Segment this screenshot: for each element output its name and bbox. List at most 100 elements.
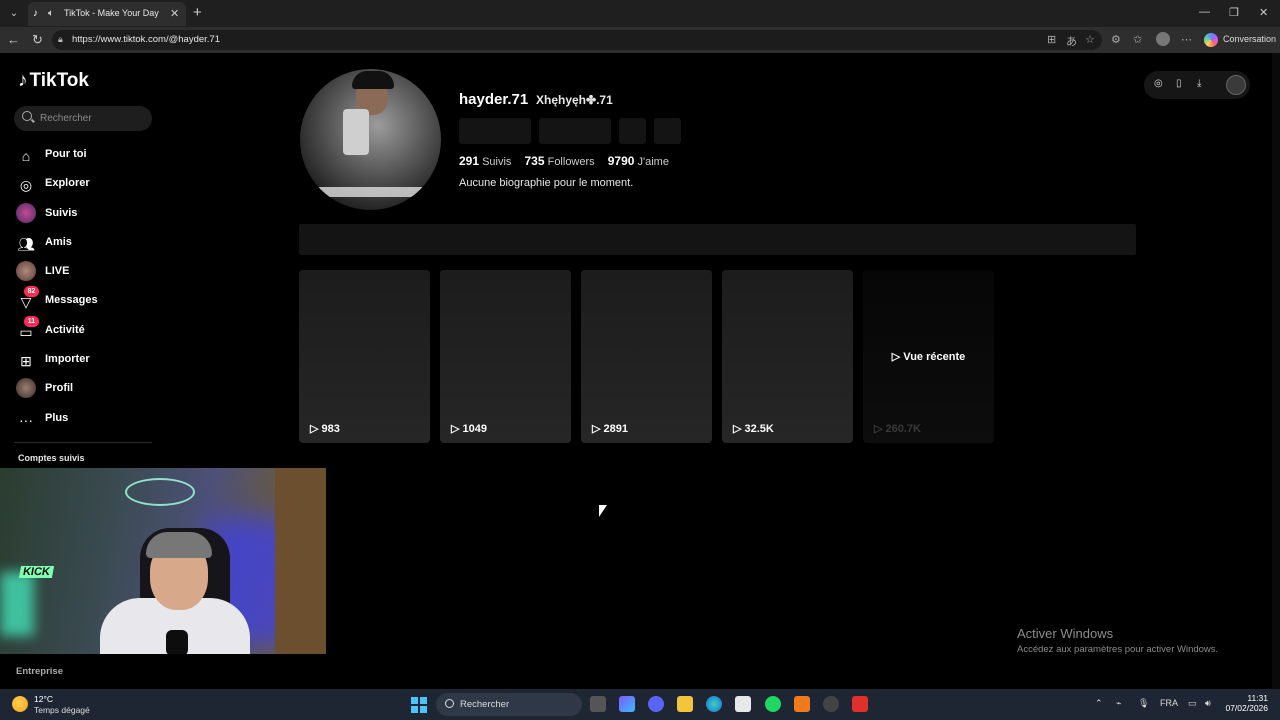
language-indicator[interactable]: FRA xyxy=(1160,698,1178,708)
weather-description[interactable]: Temps dégagé xyxy=(34,705,90,715)
browser-tab-bar: ⌄ ♪ 🔈︎ TikTok - Make Your Day ✕ + — ❐ ✕ xyxy=(0,0,1280,27)
extensions-icon[interactable]: ⚙ xyxy=(1111,33,1121,46)
download-icon[interactable]: ⤓ xyxy=(1197,78,1201,89)
more-options-icon[interactable]: ⋯ xyxy=(1181,33,1192,46)
tab-actions-chevron-icon[interactable]: ⌄ xyxy=(6,6,22,22)
sidebar-item-activite[interactable]: ▭ 11 Activité xyxy=(16,315,156,345)
close-tab-icon[interactable]: ✕ xyxy=(170,7,179,20)
taskbar-search[interactable]: Rechercher xyxy=(436,693,582,716)
volume-icon[interactable]: 🔊︎ xyxy=(1205,698,1211,709)
app-a-icon[interactable] xyxy=(794,696,810,712)
video-card-recent[interactable]: ▷ Vue récente ▷ 260.7K xyxy=(863,270,994,443)
page-scrollbar[interactable] xyxy=(1272,53,1280,689)
video-card[interactable]: ▷ 1049 xyxy=(440,270,571,443)
sidebar-item-label: Profil xyxy=(45,382,74,395)
microphone-icon[interactable]: 🎙︎ xyxy=(1138,698,1149,709)
video-views-count: 32.5K xyxy=(744,423,774,435)
sidebar-item-messages[interactable]: ▽ 82 Messages xyxy=(16,286,156,315)
copilot-conversation-button[interactable]: Conversation xyxy=(1200,30,1276,50)
video-card[interactable]: ▷ 32.5K xyxy=(722,270,853,443)
browser-tab[interactable]: ♪ 🔈︎ TikTok - Make Your Day ✕ xyxy=(28,2,186,26)
followers-stat[interactable]: 735 Followers xyxy=(525,154,595,168)
network-icon[interactable]: ▭ xyxy=(1188,698,1197,709)
sidebar-item-label: Activité xyxy=(45,323,85,336)
task-view-icon[interactable] xyxy=(590,696,606,712)
favorites-icon[interactable]: ✩ xyxy=(1133,33,1142,46)
sidebar-item-label: Amis xyxy=(45,235,72,248)
video-views-count: 983 xyxy=(321,423,340,435)
minimize-icon[interactable]: — xyxy=(1199,6,1210,18)
profile-avatar-icon[interactable] xyxy=(1156,32,1170,46)
translate-icon[interactable]: あ xyxy=(1066,33,1077,49)
sidebar-divider xyxy=(14,442,152,443)
share-button-placeholder[interactable] xyxy=(619,118,646,144)
favorite-star-icon[interactable]: ☆ xyxy=(1085,33,1095,46)
follow-button-placeholder[interactable] xyxy=(459,118,531,144)
sidebar-item-label: Explorer xyxy=(45,177,90,190)
speaker-icon[interactable]: 🔈︎ xyxy=(48,8,60,20)
store-icon[interactable] xyxy=(735,696,751,712)
tiktok-logo[interactable]: ♪ TikTok xyxy=(18,70,89,92)
more-button-placeholder[interactable] xyxy=(654,118,681,144)
following-accounts-heading: Comptes suivis xyxy=(18,453,85,463)
tiktok-favicon-icon: ♪ xyxy=(33,8,38,19)
windows-taskbar: 12°C Temps dégagé Rechercher ⌃ ⌁ 🎙︎ FRA … xyxy=(0,689,1280,720)
coin-icon[interactable]: ◎ xyxy=(1154,78,1163,89)
show-hidden-icons-icon[interactable]: ⌃ xyxy=(1095,698,1103,709)
app-settings-icon[interactable] xyxy=(823,696,839,712)
back-icon[interactable]: ← xyxy=(7,32,20,47)
company-link[interactable]: Entreprise xyxy=(16,666,63,677)
profile-avatar xyxy=(16,378,36,399)
likes-stat: 9790 J'aime xyxy=(608,154,669,168)
sidebar-item-profil[interactable]: Profil xyxy=(16,374,156,403)
discord-icon[interactable] xyxy=(648,696,664,712)
refresh-icon[interactable]: ↻ xyxy=(32,32,43,48)
wifi-icon[interactable]: ⌁ xyxy=(1116,698,1121,709)
phone-app-icon[interactable]: ▯ xyxy=(1176,78,1182,89)
following-count: 291 xyxy=(459,154,480,168)
url-field[interactable]: 🔒︎ https://www.tiktok.com/@hayder.71 xyxy=(52,30,1102,50)
windows-start-icon[interactable] xyxy=(411,697,427,713)
weather-sun-icon[interactable] xyxy=(12,696,28,712)
profile-tabs-placeholder[interactable] xyxy=(299,224,1136,255)
sidebar-item-label: LIVE xyxy=(45,265,70,278)
copilot-app-icon[interactable] xyxy=(619,696,635,712)
close-window-icon[interactable]: ✕ xyxy=(1259,6,1268,19)
search-input[interactable]: Rechercher xyxy=(14,106,152,131)
app-available-icon[interactable]: ⊞ xyxy=(1047,33,1056,46)
webcam-door xyxy=(275,468,326,654)
search-placeholder: Rechercher xyxy=(40,113,92,124)
logo-text: TikTok xyxy=(29,70,89,91)
activity-badge: 11 xyxy=(24,315,39,327)
weather-temperature[interactable]: 12°C xyxy=(34,694,53,704)
maximize-icon[interactable]: ❐ xyxy=(1229,6,1239,19)
user-avatar-icon[interactable] xyxy=(1226,75,1246,95)
message-button-placeholder[interactable] xyxy=(539,118,611,144)
avatar-phone xyxy=(343,109,369,155)
spotify-icon[interactable] xyxy=(765,696,781,712)
sidebar-item-label: Plus xyxy=(45,411,69,424)
app-red-icon[interactable] xyxy=(852,696,868,712)
activation-title: Activer Windows xyxy=(1017,626,1114,641)
new-tab-icon[interactable]: + xyxy=(193,4,202,21)
following-avatar xyxy=(16,202,36,223)
file-explorer-icon[interactable] xyxy=(677,696,693,712)
copilot-icon xyxy=(1204,33,1218,47)
following-stat[interactable]: 291 Suivis xyxy=(459,154,511,168)
sidebar-item-plus[interactable]: ··· Plus xyxy=(16,404,156,433)
sidebar-item-amis[interactable]: 👥︎ Amis xyxy=(16,228,156,257)
sidebar-item-label: Pour toi xyxy=(45,148,87,160)
video-card[interactable]: ▷ 983 xyxy=(299,270,430,443)
conversation-label: Conversation xyxy=(1223,34,1277,44)
sidebar-item-explorer[interactable]: ◎ Explorer xyxy=(16,169,156,198)
taskbar-clock[interactable]: 11:31 07/02/2026 xyxy=(1222,693,1268,713)
edge-icon[interactable] xyxy=(706,696,722,712)
sidebar-item-label: Messages xyxy=(45,294,98,307)
sidebar-item-importer[interactable]: ⊞ Importer xyxy=(16,345,156,374)
search-icon xyxy=(22,111,32,121)
sidebar-item-pour-toi[interactable]: ⌂ Pour toi xyxy=(16,140,156,169)
profile-avatar-large[interactable] xyxy=(300,69,441,210)
sidebar-item-live[interactable]: LIVE xyxy=(16,257,156,286)
sidebar-item-suivis[interactable]: Suivis xyxy=(16,199,156,228)
video-card[interactable]: ▷ 2891 xyxy=(581,270,712,443)
